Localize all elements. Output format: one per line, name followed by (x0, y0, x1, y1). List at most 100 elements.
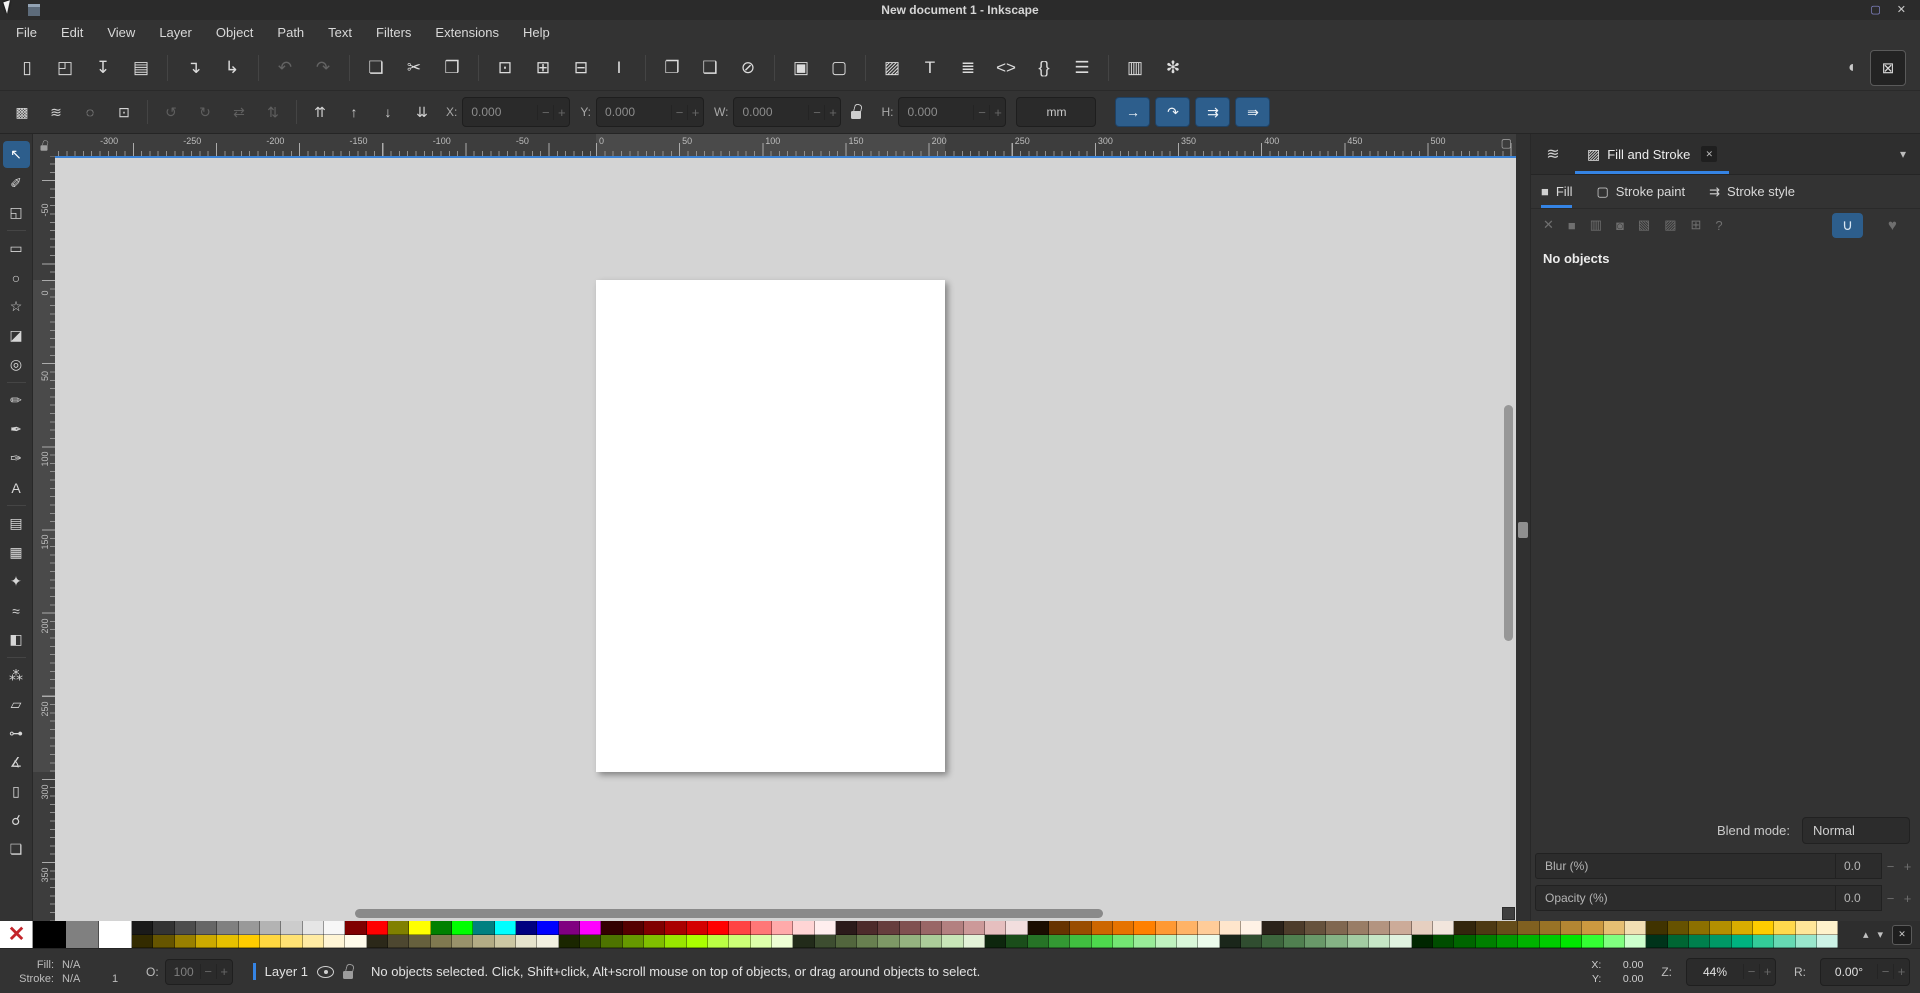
w-decrement[interactable]: − (808, 104, 824, 120)
xml-editor[interactable]: <> (987, 51, 1025, 85)
zoom-page-width[interactable]: I (600, 51, 638, 85)
palette-swatch[interactable] (1582, 921, 1604, 935)
palette-swatch[interactable] (387, 934, 410, 948)
palette-swatch[interactable] (473, 934, 495, 948)
palette-swatch[interactable] (1390, 921, 1412, 935)
opacity-decrement[interactable]: − (199, 964, 216, 979)
palette-swatch[interactable] (1646, 934, 1668, 948)
x-increment[interactable]: + (553, 104, 569, 120)
object-properties[interactable]: {} (1025, 51, 1063, 85)
unlink-clone[interactable]: ⊘ (729, 51, 767, 85)
display-mode-icon[interactable]: ▢ (1501, 137, 1512, 149)
palette-swatch[interactable] (1454, 921, 1476, 935)
palette-swatch[interactable] (985, 934, 1007, 948)
palette-swatch[interactable] (153, 921, 175, 935)
palette-swatch[interactable] (1390, 934, 1412, 948)
palette-swatch[interactable] (451, 934, 474, 948)
no-paint-icon[interactable]: ✕ (1543, 217, 1554, 233)
palette-swatch[interactable] (1603, 921, 1625, 935)
selection-box[interactable]: ⊡ (110, 98, 138, 126)
tool-calligraphy[interactable]: ✑ (3, 445, 30, 472)
palette-swatch[interactable] (814, 921, 836, 935)
swatch-none[interactable]: ✕ (0, 921, 33, 948)
palette-swatch[interactable] (174, 921, 196, 935)
palette-swatch[interactable] (1219, 934, 1242, 948)
move-gradients-toggle[interactable]: ⇉ (1195, 97, 1231, 127)
horizontal-scrollbar[interactable] (355, 909, 1103, 918)
palette-swatch[interactable] (1497, 934, 1519, 948)
palette-swatch[interactable] (1816, 921, 1839, 935)
cms-toggle[interactable] (1502, 907, 1515, 920)
palette-swatch[interactable] (622, 921, 644, 935)
menu-filters[interactable]: Filters (364, 25, 423, 40)
paste[interactable]: ❒ (433, 51, 471, 85)
menu-object[interactable]: Object (204, 25, 266, 40)
palette-swatch[interactable] (921, 921, 943, 935)
palette-swatch[interactable] (1262, 921, 1284, 935)
y-increment[interactable]: + (687, 104, 703, 120)
palette-swatch[interactable] (942, 921, 964, 935)
export[interactable]: ↳ (213, 51, 251, 85)
palette-swatch[interactable] (1177, 934, 1199, 948)
clone[interactable]: ❑ (691, 51, 729, 85)
palette-swatch[interactable] (665, 921, 687, 935)
palette-swatch[interactable] (771, 934, 794, 948)
palette-swatch[interactable] (686, 934, 708, 948)
palette-swatch[interactable] (814, 934, 836, 948)
palette-swatch[interactable] (1646, 921, 1668, 935)
copy[interactable]: ❏ (357, 51, 395, 85)
zoom-page[interactable]: ⊟ (562, 51, 600, 85)
layers-dialog-tab[interactable]: ≋ (1531, 144, 1575, 164)
tool-gradient[interactable]: ▤ (3, 510, 30, 537)
opacity-decrement[interactable]: − (1882, 891, 1899, 906)
palette-swatch[interactable] (345, 921, 367, 935)
palette-swatch[interactable] (963, 921, 986, 935)
palette-swatch[interactable] (1347, 921, 1370, 935)
w-increment[interactable]: + (824, 104, 840, 120)
palette-swatch[interactable] (1241, 934, 1263, 948)
palette-swatch[interactable] (537, 934, 559, 948)
select-all[interactable]: ▩ (8, 98, 36, 126)
palette-swatch[interactable] (1027, 934, 1050, 948)
lock-ratio-icon[interactable] (851, 111, 862, 119)
palette-swatch[interactable] (473, 921, 495, 935)
ungroup[interactable]: ▢ (820, 51, 858, 85)
dock-collapse-button[interactable]: ▾ (1900, 147, 1920, 161)
layer-lock-icon[interactable] (343, 970, 354, 979)
palette-swatch[interactable] (857, 934, 879, 948)
palette-swatch[interactable] (665, 934, 687, 948)
tool-spiral[interactable]: ◎ (3, 351, 30, 378)
h-decrement[interactable]: − (973, 104, 989, 120)
print[interactable]: ▤ (122, 51, 160, 85)
palette-swatch[interactable] (238, 934, 260, 948)
mesh-gradient-paint-icon[interactable]: ⊞ (1691, 217, 1702, 233)
rotation-field[interactable]: 0.00° − + (1820, 957, 1910, 986)
palette-swatch[interactable] (1006, 921, 1028, 935)
palette-swatch[interactable] (1816, 934, 1839, 948)
palette-swatch[interactable] (494, 921, 516, 935)
palette-swatch[interactable] (1049, 921, 1071, 935)
palette-swatch[interactable] (1688, 934, 1711, 948)
select-all-layers[interactable]: ≋ (42, 98, 70, 126)
palette-swatch[interactable] (1283, 934, 1306, 948)
layers-dialog[interactable]: ≣ (949, 51, 987, 85)
palette-swatch[interactable] (835, 921, 858, 935)
palette-swatch[interactable] (985, 921, 1007, 935)
menu-extensions[interactable]: Extensions (423, 25, 511, 40)
object-opacity-field[interactable]: 100 − + (164, 958, 233, 985)
palette-swatch[interactable] (1667, 921, 1689, 935)
group[interactable]: ▣ (782, 51, 820, 85)
opacity-slider[interactable]: Opacity (%) (1535, 885, 1836, 911)
open[interactable]: ◰ (46, 51, 84, 85)
restore-button[interactable]: ▢ (1870, 4, 1880, 16)
palette-swatch[interactable] (1752, 921, 1775, 935)
palette-swatch[interactable] (729, 921, 751, 935)
palette-swatch[interactable] (515, 921, 538, 935)
pattern-icon[interactable]: ▧ (1638, 217, 1650, 233)
palette-swatch[interactable] (643, 934, 666, 948)
tab-stroke-paint[interactable]: ▢ Stroke paint (1596, 175, 1685, 208)
splitter-grip[interactable] (1518, 522, 1528, 538)
lower-to-bottom[interactable]: ⇊ (408, 98, 436, 126)
menu-view[interactable]: View (95, 25, 147, 40)
deselect[interactable]: ◌ (76, 98, 104, 126)
